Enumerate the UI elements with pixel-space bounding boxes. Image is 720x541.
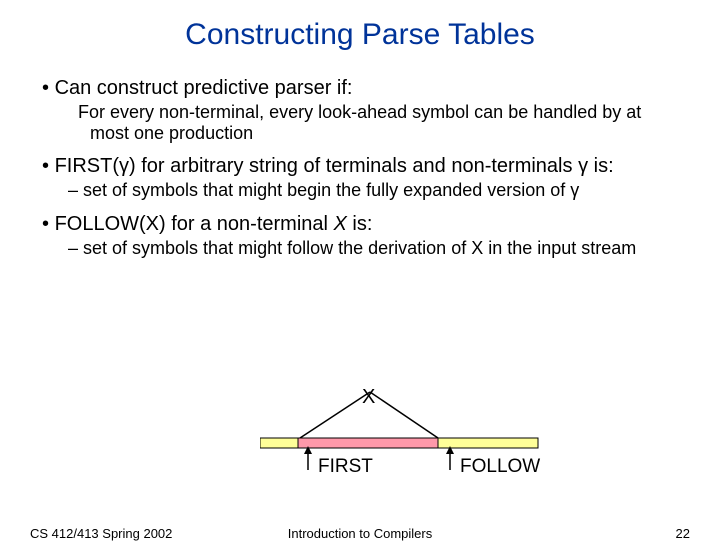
diagram-follow-label: FOLLOW <box>460 456 540 478</box>
footer-right: 22 <box>676 526 690 541</box>
slide-title: Constructing Parse Tables <box>0 0 720 76</box>
bullet-3: FOLLOW(X) for a non-terminal X is: <box>18 212 720 236</box>
bullet-2-post: is: <box>588 155 614 177</box>
diagram-first-label: FIRST <box>318 456 373 478</box>
bullet-3-post: is: <box>347 213 373 235</box>
footer-center: Introduction to Compilers <box>0 526 720 541</box>
bullet-2-mid: ) for arbitrary string of terminals and … <box>129 155 578 177</box>
bullet-3-x: X <box>334 213 347 235</box>
bullet-1-sub: For every non-terminal, every look-ahead… <box>12 102 720 144</box>
bullet-2-sub: set of symbols that might begin the full… <box>14 180 720 201</box>
diagram-x-label: X <box>362 386 375 409</box>
bullet-1: Can construct predictive parser if: <box>18 76 720 100</box>
bullet-2-sub-pre: set of symbols that might begin the full… <box>83 180 570 200</box>
bullet-2-pre: FIRST( <box>55 155 119 177</box>
first-follow-diagram: X FIRST FOLLOW <box>260 390 580 480</box>
gamma-3: γ <box>570 180 579 200</box>
bullet-3-pre: FOLLOW(X) for a non-terminal <box>55 213 334 235</box>
gamma-2: γ <box>578 155 588 177</box>
bullet-2: FIRST(γ) for arbitrary string of termina… <box>18 154 720 178</box>
bullet-3-sub: set of symbols that might follow the der… <box>14 238 720 259</box>
gamma-1: γ <box>119 155 129 177</box>
